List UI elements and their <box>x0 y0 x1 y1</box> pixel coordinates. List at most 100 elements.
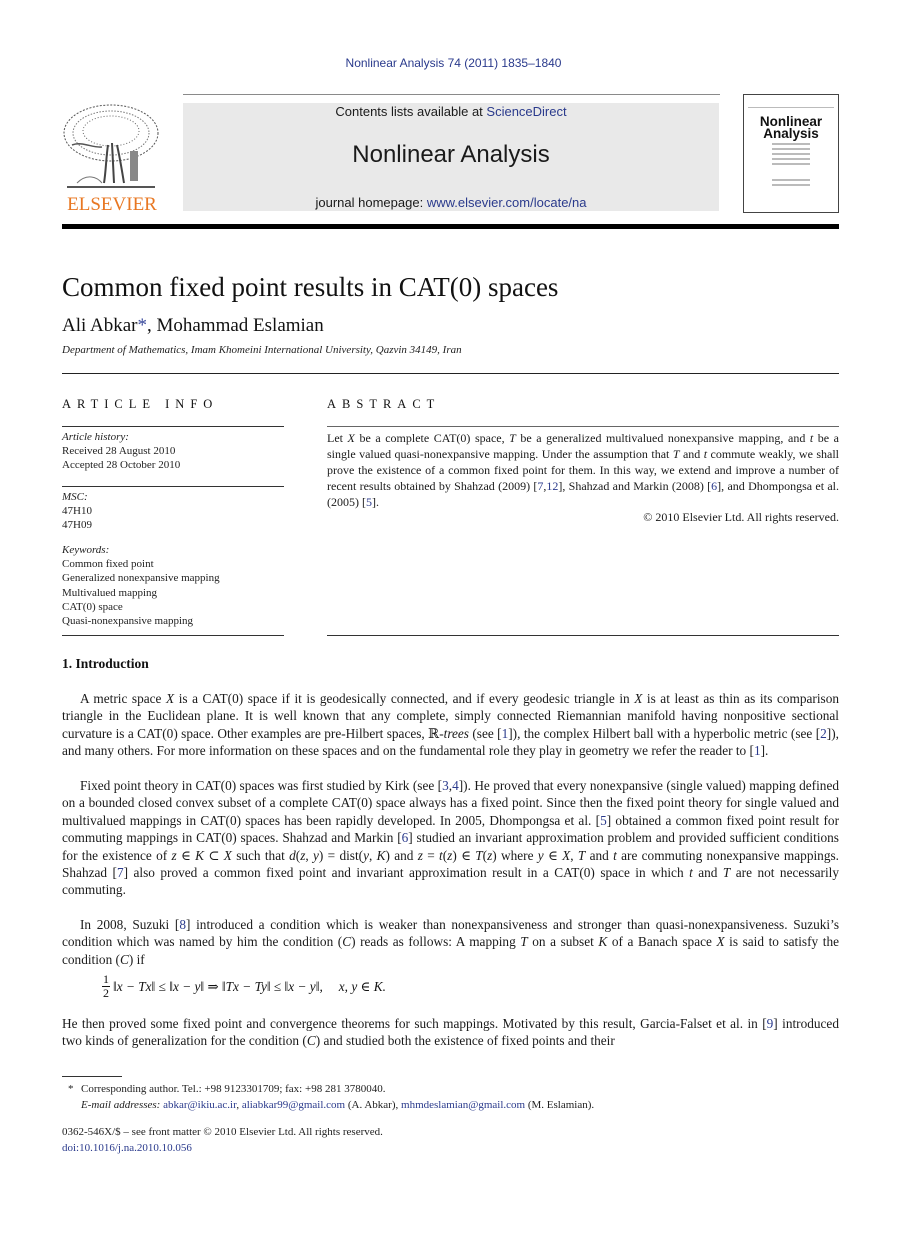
display-equation: 1 2 ‖x − Tx‖ ≤ ‖x − y‖ ⇒ ‖Tx − Ty‖ ≤ ‖x … <box>102 973 386 1000</box>
text-run: ) reads as follows: A mapping <box>351 934 521 950</box>
affiliation: Department of Mathematics, Imam Khomeini… <box>62 344 462 356</box>
msc-label: MSC: <box>62 491 88 503</box>
journal-homepage-link[interactable]: www.elsevier.com/locate/na <box>427 195 587 210</box>
received-date: Received 28 August 2010 <box>62 445 176 458</box>
corresponding-author-note: * Corresponding author. Tel.: +98 9123301… <box>68 1081 594 1097</box>
article-info-heading: ARTICLE INFO <box>62 397 219 411</box>
equation-domain: x, y ∈ K. <box>338 978 386 994</box>
text-run: A metric space <box>80 691 167 706</box>
doi-link[interactable]: doi:10.1016/j.na.2010.10.056 <box>62 1142 192 1154</box>
text-run: , <box>369 847 377 863</box>
keywords-label: Keywords: <box>62 544 110 556</box>
text-run: and <box>679 447 704 461</box>
math-symbol: d <box>289 847 296 863</box>
cover-text-line <box>772 163 810 165</box>
journal-homepage: journal homepage: www.elsevier.com/locat… <box>183 195 719 210</box>
math-symbol: X <box>347 431 355 445</box>
info-divider <box>62 486 284 487</box>
text-run: ⊂ <box>204 847 224 863</box>
text-run: Fixed point theory in CAT(0) spaces was … <box>80 778 443 793</box>
citation-link[interactable]: 12 <box>546 479 558 493</box>
citation-link[interactable]: 4 <box>452 778 459 793</box>
masthead-divider <box>62 224 839 229</box>
text-run: Let <box>327 431 348 445</box>
msc-code: 47H10 <box>62 505 92 518</box>
abstract-heading: ABSTRACT <box>327 397 441 411</box>
email-link[interactable]: mhmdeslamian@gmail.com <box>401 1099 525 1111</box>
citation-link[interactable]: 3 <box>442 778 449 793</box>
section-heading: 1. Introduction <box>62 656 149 671</box>
running-head-citation[interactable]: Nonlinear Analysis 74 (2011) 1835–1840 <box>0 56 907 70</box>
elsevier-logo[interactable]: ELSEVIER <box>62 103 162 215</box>
history-label: Article history: <box>62 431 129 443</box>
article-title: Common fixed point results in CAT(0) spa… <box>62 272 559 302</box>
fraction-denominator: 2 <box>103 986 109 1000</box>
email-link[interactable]: abkar@ikiu.ac.ir <box>163 1099 236 1111</box>
email-link[interactable]: aliabkar99@gmail.com <box>242 1099 345 1111</box>
text-run: ∈ <box>543 847 563 863</box>
text-run: such that <box>231 847 290 863</box>
text-run: In 2008, Suzuki [ <box>80 917 180 932</box>
cover-text-line <box>772 184 810 186</box>
citation-link[interactable]: 7 <box>117 865 124 880</box>
abstract-divider <box>327 426 839 427</box>
text-run: and <box>692 865 723 881</box>
corresponding-author-mark[interactable]: * <box>137 315 147 336</box>
cover-title: Nonlinear Analysis <box>744 115 838 141</box>
math-symbol: K <box>598 934 608 950</box>
msc-code: 47H09 <box>62 519 92 532</box>
text-run: , <box>305 847 314 863</box>
header-divider <box>62 373 839 374</box>
keyword: Quasi-nonexpansive mapping <box>62 615 194 628</box>
text-run: ]), the complex Hilbert ball with a hype… <box>508 725 821 741</box>
text-run: be a complete CAT(0) space, <box>354 431 510 445</box>
footnote-rule <box>62 1076 122 1077</box>
journal-cover-thumbnail[interactable]: Nonlinear Analysis <box>743 94 839 213</box>
text-run: be a generalized multivalued nonexpansiv… <box>515 431 810 445</box>
issn-line: 0362-546X/$ – see front matter © 2010 El… <box>62 1126 383 1138</box>
author-name: Ali Abkar <box>62 315 138 336</box>
email-label: E-mail addresses: <box>81 1099 161 1111</box>
text-run: ) where <box>492 847 538 863</box>
text-run: ]. <box>760 743 769 759</box>
citation-link[interactable]: 1 <box>754 743 761 758</box>
text-run: ) and <box>385 847 418 863</box>
info-divider <box>62 426 284 427</box>
text-run: and <box>585 847 614 863</box>
math-symbol: trees <box>443 725 469 741</box>
journal-masthead-band: Contents lists available at ScienceDirec… <box>183 103 719 211</box>
keyword: Multivalued mapping <box>62 586 158 599</box>
math-symbol: X <box>223 847 232 863</box>
elsevier-tree-icon <box>63 104 159 188</box>
body-paragraph: A metric space X is a CAT(0) space if it… <box>62 690 839 760</box>
homepage-prefix: journal homepage: <box>315 195 427 210</box>
cover-header-strip <box>748 99 834 108</box>
text-run: of a Banach space <box>607 934 717 950</box>
math-symbol: X <box>166 691 175 706</box>
article-history: Article history: Received 28 August 2010… <box>62 430 180 473</box>
keyword: Generalized nonexpansive mapping <box>62 572 220 585</box>
cover-text-line <box>772 158 810 160</box>
citation-link[interactable]: 2 <box>820 726 827 741</box>
body-paragraph: He then proved some fixed point and conv… <box>62 1015 839 1050</box>
cover-text-line <box>772 143 810 145</box>
math-symbol: X <box>716 934 725 950</box>
contents-availability: Contents lists available at ScienceDirec… <box>183 104 719 119</box>
author-list: Ali Abkar*, Mohammad Eslamian <box>62 315 324 337</box>
email-addresses: E-mail addresses: abkar@ikiu.ac.ir, alia… <box>68 1097 594 1113</box>
text-run: ∈ <box>176 847 196 863</box>
front-matter: 0362-546X/$ – see front matter © 2010 El… <box>62 1124 383 1156</box>
email-sep: (M. Eslamian). <box>525 1099 595 1111</box>
sciencedirect-link[interactable]: ScienceDirect <box>486 104 566 119</box>
math-symbol: T <box>520 934 528 950</box>
abstract-text: Let X be a complete CAT(0) space, T be a… <box>327 430 839 510</box>
footnote: * Corresponding author. Tel.: +98 9123301… <box>68 1081 594 1113</box>
cover-text-line <box>772 179 810 181</box>
text-run: ], Shahzad and Markin (2008) [ <box>558 479 712 493</box>
equation-body: ‖x − Tx‖ ≤ ‖x − y‖ ⇒ ‖Tx − Ty‖ ≤ ‖x − y‖… <box>113 978 323 994</box>
contents-prefix: Contents lists available at <box>335 104 487 119</box>
citation-link[interactable]: 5 <box>600 813 607 828</box>
math-symbol: C <box>342 934 352 950</box>
math-symbol: C <box>119 951 129 967</box>
body-paragraph: In 2008, Suzuki [8] introduced a conditi… <box>62 916 839 968</box>
